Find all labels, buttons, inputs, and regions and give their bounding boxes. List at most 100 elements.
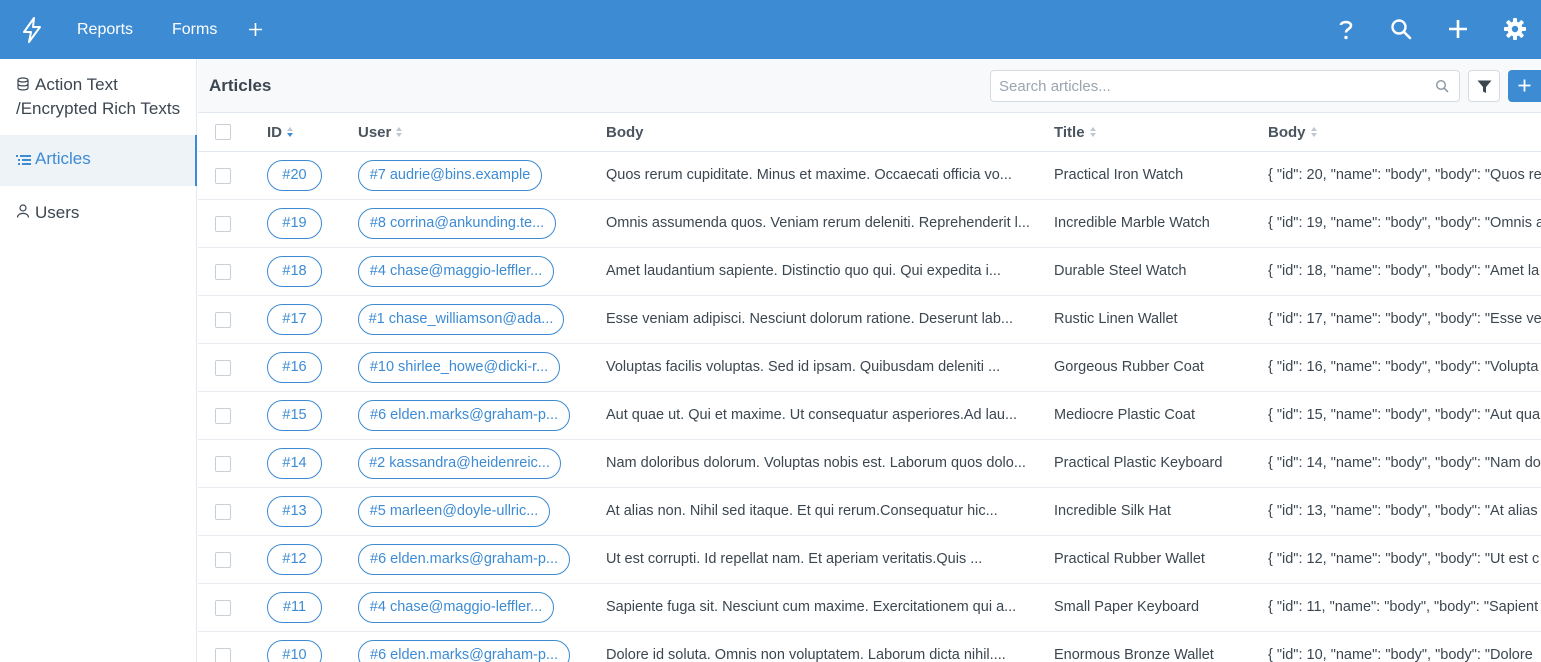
body-preview: Amet laudantium sapiente. Distinctio quo… — [606, 263, 1001, 279]
user-link[interactable]: #4 chase@maggio-leffler... — [358, 592, 554, 623]
body-json: { "id": 16, "name": "body", "body": "Vol… — [1268, 359, 1539, 375]
table-row[interactable]: #13 #5 marleen@doyle-ullric... At alias no… — [198, 488, 1541, 536]
column-header-title[interactable]: Title — [1054, 124, 1097, 141]
column-header-user[interactable]: User — [358, 124, 403, 141]
table-row[interactable]: #16 #10 shirlee_howe@dicki-r... Voluptas f… — [198, 344, 1541, 392]
column-header-body: Body — [606, 124, 644, 141]
article-title: Small Paper Keyboard — [1054, 599, 1200, 615]
article-id-link[interactable]: #18 — [267, 256, 322, 287]
row-checkbox[interactable] — [215, 360, 231, 376]
table-row[interactable]: #20 #7 audrie@bins.example Quos rerum cupi… — [198, 152, 1541, 200]
article-id-link[interactable]: #11 — [267, 592, 322, 623]
article-id-link[interactable]: #20 — [267, 160, 322, 191]
user-link[interactable]: #5 marleen@doyle-ullric... — [358, 496, 550, 527]
body-json: { "id": 13, "name": "body", "body": "At … — [1268, 503, 1538, 519]
row-checkbox[interactable] — [215, 216, 231, 232]
column-label: Body — [1268, 124, 1306, 141]
user-icon — [16, 204, 30, 218]
search-icon[interactable] — [1389, 17, 1413, 41]
sort-active-icon — [287, 127, 293, 137]
select-all-checkbox[interactable] — [215, 124, 231, 140]
user-link[interactable]: #6 elden.marks@graham-p... — [358, 400, 570, 431]
column-label: User — [358, 124, 392, 141]
user-link[interactable]: #6 elden.marks@graham-p... — [358, 640, 570, 662]
article-id-link[interactable]: #17 — [267, 304, 322, 335]
article-title: Practical Rubber Wallet — [1054, 551, 1205, 567]
user-link[interactable]: #1 chase_williamson@ada... — [358, 304, 564, 335]
table-row[interactable]: #15 #6 elden.marks@graham-p... Aut quae ut… — [198, 392, 1541, 440]
body-preview: Sapiente fuga sit. Nesciunt cum maxime. … — [606, 599, 1017, 615]
filter-button[interactable] — [1468, 70, 1500, 102]
body-preview: Omnis assumenda quos. Veniam rerum delen… — [606, 215, 1030, 231]
article-id-link[interactable]: #13 — [267, 496, 322, 527]
article-title: Practical Plastic Keyboard — [1054, 455, 1223, 471]
plus-icon — [1518, 79, 1531, 92]
table-row[interactable]: #18 #4 chase@maggio-leffler... Amet laudan… — [198, 248, 1541, 296]
bolt-icon[interactable] — [20, 17, 44, 43]
help-icon[interactable] — [1334, 17, 1358, 41]
body-preview: Dolore id soluta. Omnis non voluptatem. … — [606, 647, 1006, 662]
nav-reports[interactable]: Reports — [77, 0, 133, 59]
body-preview: Nam doloribus dolorum. Voluptas nobis es… — [606, 455, 1026, 471]
article-id-link[interactable]: #12 — [267, 544, 322, 575]
sidebar-item-label: Action Text /Encrypted Rich Texts — [16, 75, 181, 118]
page-title: Articles — [209, 76, 272, 95]
plus-icon[interactable] — [248, 22, 263, 37]
article-title: Incredible Silk Hat — [1054, 503, 1171, 519]
body-preview: Esse veniam adipisci. Nesciunt dolorum r… — [606, 311, 1013, 327]
row-checkbox[interactable] — [215, 168, 231, 184]
body-preview: Aut quae ut. Qui et maxime. Ut consequat… — [606, 407, 1018, 423]
table-row[interactable]: #11 #4 chase@maggio-leffler... Sapiente fu… — [198, 584, 1541, 632]
article-id-link[interactable]: #16 — [267, 352, 322, 383]
table-row[interactable]: #12 #6 elden.marks@graham-p... Ut est corr… — [198, 536, 1541, 584]
body-json: { "id": 18, "name": "body", "body": "Ame… — [1268, 263, 1540, 279]
column-header-body-json[interactable]: Body — [1268, 124, 1318, 141]
table-row[interactable]: #17 #1 chase_williamson@ada... Esse veniam… — [198, 296, 1541, 344]
sort-icon — [396, 127, 403, 137]
body-json: { "id": 11, "name": "body", "body": "Sap… — [1268, 599, 1539, 615]
body-json: { "id": 12, "name": "body", "body": "Ut … — [1268, 551, 1540, 567]
nav-forms[interactable]: Forms — [172, 0, 217, 59]
article-id-link[interactable]: #19 — [267, 208, 322, 239]
user-link[interactable]: #10 shirlee_howe@dicki-r... — [358, 352, 560, 383]
user-link[interactable]: #7 audrie@bins.example — [358, 160, 542, 191]
table-row[interactable]: #10 #6 elden.marks@graham-p... Dolore id s… — [198, 632, 1541, 662]
row-checkbox[interactable] — [215, 264, 231, 280]
sidebar-item-articles[interactable]: Articles — [0, 135, 197, 186]
column-label: Body — [606, 124, 644, 141]
row-checkbox[interactable] — [215, 408, 231, 424]
user-link[interactable]: #4 chase@maggio-leffler... — [358, 256, 554, 287]
article-title: Practical Iron Watch — [1054, 167, 1184, 183]
row-checkbox[interactable] — [215, 456, 231, 472]
article-id-link[interactable]: #10 — [267, 640, 322, 662]
row-checkbox[interactable] — [215, 504, 231, 520]
body-json: { "id": 17, "name": "body", "body": "Ess… — [1268, 311, 1541, 327]
article-id-link[interactable]: #15 — [267, 400, 322, 431]
sidebar-item-users[interactable]: Users — [0, 186, 197, 237]
user-link[interactable]: #6 elden.marks@graham-p... — [358, 544, 570, 575]
sidebar: Action Text /Encrypted Rich Texts Articl… — [0, 59, 197, 662]
article-title: Rustic Linen Wallet — [1054, 311, 1178, 327]
article-id-link[interactable]: #14 — [267, 448, 322, 479]
user-link[interactable]: #8 corrina@ankunding.te... — [358, 208, 556, 239]
table-row[interactable]: #19 #8 corrina@ankunding.te... Omnis assum… — [198, 200, 1541, 248]
gear-icon[interactable] — [1503, 17, 1527, 41]
row-checkbox[interactable] — [215, 312, 231, 328]
top-navbar: Reports Forms — [0, 0, 1541, 59]
row-checkbox[interactable] — [215, 600, 231, 616]
sidebar-item-action-text[interactable]: Action Text /Encrypted Rich Texts — [0, 59, 197, 135]
sidebar-item-label: Articles — [35, 149, 91, 168]
search-input[interactable] — [991, 71, 1431, 101]
search-box — [990, 70, 1460, 102]
body-json: { "id": 19, "name": "body", "body": "Omn… — [1268, 215, 1541, 231]
add-article-button[interactable] — [1508, 70, 1541, 102]
body-json: { "id": 15, "name": "body", "body": "Aut… — [1268, 407, 1541, 423]
table-row[interactable]: #14 #2 kassandra@heidenreic... Nam dolorib… — [198, 440, 1541, 488]
user-link[interactable]: #2 kassandra@heidenreic... — [358, 448, 561, 479]
filter-icon — [1477, 80, 1492, 93]
row-checkbox[interactable] — [215, 552, 231, 568]
column-header-id[interactable]: ID — [267, 124, 294, 141]
search-icon[interactable] — [1435, 79, 1449, 93]
add-icon[interactable] — [1446, 17, 1470, 41]
row-checkbox[interactable] — [215, 648, 231, 662]
